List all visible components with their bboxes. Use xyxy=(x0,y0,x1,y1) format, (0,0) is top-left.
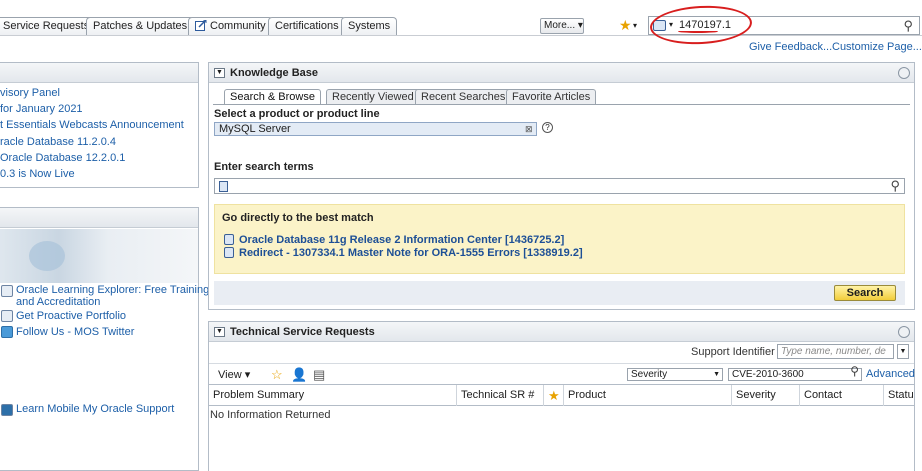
chevron-down-icon[interactable]: ▼ xyxy=(897,344,909,359)
news-link[interactable]: visory Panel xyxy=(0,87,60,99)
severity-select[interactable]: Severity ▼ xyxy=(627,368,723,381)
knowledge-base-panel: ▼ Knowledge Base Search & Browse Recentl… xyxy=(208,62,915,310)
person-icon[interactable]: 👤 xyxy=(291,367,307,383)
more-label: More... xyxy=(544,20,576,31)
collapse-icon[interactable]: ▼ xyxy=(214,68,225,78)
tab-recently-viewed[interactable]: Recently Viewed xyxy=(326,89,420,104)
empty-table-message: No Information Returned xyxy=(210,409,331,421)
favorites-dropdown-icon[interactable]: ▾ xyxy=(633,21,637,30)
left-promo-panel: Oracle Learning Explorer: Free Training … xyxy=(0,207,209,471)
column-favorite-star-icon[interactable]: ★ xyxy=(544,385,564,406)
promo-link-mobile[interactable]: Learn Mobile My Oracle Support xyxy=(16,403,174,415)
news-link[interactable]: 0.3 is Now Live xyxy=(0,168,75,180)
document-icon xyxy=(224,234,234,245)
twitter-icon xyxy=(1,326,13,338)
column-status[interactable]: Status xyxy=(884,385,914,406)
news-link[interactable]: for January 2021 xyxy=(0,103,83,115)
tab-label: Patches & Updates xyxy=(93,20,188,32)
search-icon[interactable]: ⚲ xyxy=(890,178,900,194)
export-icon[interactable]: ▤ xyxy=(313,367,325,383)
search-terms-input[interactable]: ⚲ xyxy=(214,178,905,194)
tab-favorite-articles[interactable]: Favorite Articles xyxy=(506,89,597,104)
promo-link-twitter[interactable]: Follow Us - MOS Twitter xyxy=(16,326,134,338)
left-news-panel: visory Panel for January 2021 t Essentia… xyxy=(0,62,199,188)
document-icon xyxy=(224,247,234,258)
product-input[interactable]: MySQL Server xyxy=(214,122,537,136)
filter-value: CVE-2010-3600 xyxy=(732,369,804,380)
tab-community[interactable]: Community xyxy=(188,17,273,35)
news-link[interactable]: t Essentials Webcasts Announcement xyxy=(0,119,184,131)
support-identifier-input[interactable]: Type name, number, de xyxy=(777,344,894,359)
panel-header xyxy=(0,208,198,228)
tab-recent-searches[interactable]: Recent Searches xyxy=(415,89,512,104)
promo-link-learning[interactable]: Oracle Learning Explorer: Free Training xyxy=(16,284,209,296)
filter-input[interactable]: CVE-2010-3600 ⚲ xyxy=(728,365,862,381)
tab-certifications[interactable]: Certifications xyxy=(268,17,346,35)
community-icon xyxy=(195,19,207,31)
search-icon[interactable]: ⚲ xyxy=(903,18,913,34)
panel-title: Technical Service Requests xyxy=(230,326,375,338)
collapse-icon[interactable]: ▼ xyxy=(214,327,225,337)
red-annotation-underline xyxy=(678,30,718,33)
tab-label: Service Requests xyxy=(3,20,90,32)
gear-icon[interactable] xyxy=(898,67,910,79)
give-feedback-link[interactable]: Give Feedback... xyxy=(749,41,832,53)
promo-link-proactive[interactable]: Get Proactive Portfolio xyxy=(16,310,126,322)
column-problem-summary[interactable]: Problem Summary xyxy=(209,385,457,406)
technical-sr-panel: ▼ Technical Service Requests Support Ide… xyxy=(208,321,915,471)
gear-icon[interactable] xyxy=(898,326,910,338)
view-menu-button[interactable]: View ▾ xyxy=(218,368,250,381)
view-label: View xyxy=(218,369,242,381)
terms-label: Enter search terms xyxy=(214,161,314,173)
tab-systems[interactable]: Systems xyxy=(341,17,398,35)
product-label: Select a product or product line xyxy=(214,108,380,120)
search-button[interactable]: Search xyxy=(834,285,896,301)
portfolio-icon xyxy=(1,310,13,322)
panel-header xyxy=(0,63,198,83)
search-icon[interactable]: ⚲ xyxy=(850,365,859,377)
column-contact[interactable]: Contact xyxy=(800,385,884,406)
tab-divider xyxy=(213,104,910,105)
promo-link-learning-cont[interactable]: and Accreditation xyxy=(16,296,100,308)
news-link[interactable]: Oracle Database 12.2.0.1 xyxy=(0,152,125,164)
column-product[interactable]: Product xyxy=(564,385,732,406)
best-match-title: Go directly to the best match xyxy=(222,212,374,224)
panel-title: Knowledge Base xyxy=(230,67,319,79)
mobile-icon xyxy=(1,404,13,416)
tab-service-requests[interactable]: Service Requests xyxy=(0,17,97,35)
advanced-link[interactable]: Advanced xyxy=(866,368,915,380)
column-technical-sr[interactable]: Technical SR # xyxy=(457,385,544,406)
promo-image[interactable] xyxy=(0,229,198,283)
learning-icon xyxy=(1,285,13,297)
sr-toolbar: View ▾ ☆ 👤 ▤ Severity ▼ CVE-2010-3600 ⚲ Ad… xyxy=(209,363,915,384)
news-link[interactable]: racle Database 11.2.0.4 xyxy=(0,136,116,148)
kb-footer-bar: Search xyxy=(214,281,905,305)
more-button[interactable]: More... ▾ xyxy=(540,18,584,34)
severity-select-value: Severity xyxy=(631,369,668,380)
best-match-box: Go directly to the best match Oracle Dat… xyxy=(214,204,905,274)
customize-page-link[interactable]: Customize Page... xyxy=(832,41,922,53)
support-identifier-label: Support Identifier xyxy=(691,346,775,358)
help-icon[interactable]: ? xyxy=(542,122,553,133)
best-match-link[interactable]: Oracle Database 11g Release 2 Informatio… xyxy=(239,234,564,246)
tab-search-browse[interactable]: Search & Browse xyxy=(224,89,321,105)
sr-table-header: Problem Summary Technical SR # ★ Product… xyxy=(209,384,914,406)
promo-graphic xyxy=(29,241,65,271)
tab-label: Systems xyxy=(348,20,391,32)
best-match-link[interactable]: Redirect - 1307334.1 Master Note for ORA… xyxy=(239,247,583,259)
tab-patches-updates[interactable]: Patches & Updates xyxy=(86,17,195,35)
tab-label: Certifications xyxy=(275,20,339,32)
document-icon xyxy=(219,181,228,192)
column-severity[interactable]: Severity xyxy=(732,385,800,406)
favorite-star-icon[interactable]: ☆ xyxy=(271,367,283,383)
chevron-down-icon: ▼ xyxy=(713,371,720,378)
clear-icon[interactable]: ⊠ xyxy=(525,124,533,135)
favorites-star-icon[interactable]: ★ xyxy=(619,17,632,34)
tab-label: Community xyxy=(210,20,266,32)
